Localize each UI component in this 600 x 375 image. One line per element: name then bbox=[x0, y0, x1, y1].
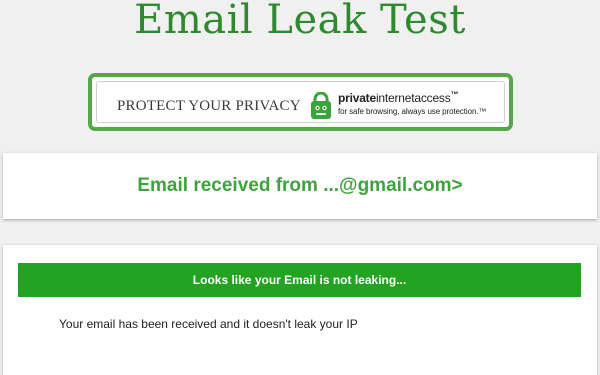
email-received-panel: Email received from ...@gmail.com> bbox=[3, 153, 597, 219]
leak-status-bar: Looks like your Email is not leaking... bbox=[18, 263, 581, 297]
pia-trademark: ™ bbox=[450, 90, 459, 99]
pia-lock-icon bbox=[310, 91, 332, 120]
pia-brand-bold: private bbox=[338, 91, 376, 105]
pia-brand-rest: internetaccess bbox=[375, 91, 451, 105]
pia-brand-name: privateinternetaccess™ bbox=[338, 90, 459, 105]
privacy-ad-banner[interactable]: PROTECT YOUR PRIVACY privateinternetacce… bbox=[88, 73, 513, 131]
page-title: Email Leak Test bbox=[134, 0, 466, 43]
pia-slogan: for safe browsing, always use protection… bbox=[338, 107, 487, 116]
ad-tagline: PROTECT YOUR PRIVACY bbox=[117, 98, 301, 114]
email-received-text: Email received from ...@gmail.com> bbox=[137, 175, 463, 196]
leak-result-panel: Looks like your Email is not leaking... … bbox=[3, 245, 597, 375]
leak-result-message: Your email has been received and it does… bbox=[59, 317, 358, 331]
ad-banner-inner-frame: PROTECT YOUR PRIVACY privateinternetacce… bbox=[96, 81, 505, 123]
